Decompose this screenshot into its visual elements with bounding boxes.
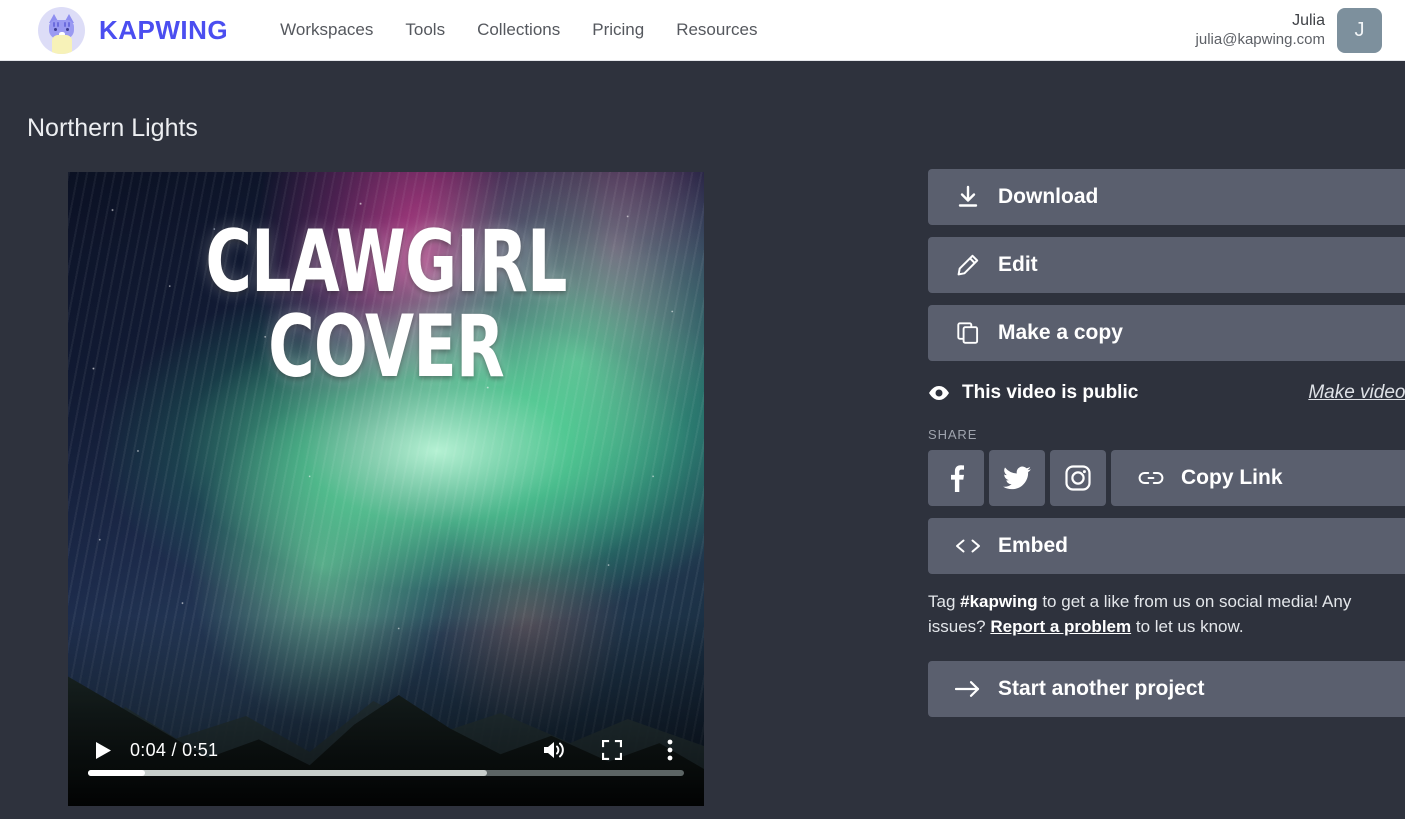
account-name: Julia xyxy=(1196,11,1325,31)
nav-item-pricing[interactable]: Pricing xyxy=(592,20,644,40)
start-another-project-button[interactable]: Start another project xyxy=(928,661,1405,717)
main-navigation: Workspaces Tools Collections Pricing Res… xyxy=(280,20,757,40)
kapwing-cat-logo-icon xyxy=(38,7,85,54)
download-button-label: Download xyxy=(998,185,1098,209)
download-icon xyxy=(950,185,986,209)
start-another-project-label: Start another project xyxy=(998,677,1205,701)
brand-wordmark: KAPWING xyxy=(99,15,228,46)
nav-item-workspaces[interactable]: Workspaces xyxy=(280,20,373,40)
report-a-problem-link[interactable]: Report a problem xyxy=(990,617,1131,636)
video-player[interactable]: CLAWGIRL COVER 0:04 / 0:51 xyxy=(68,172,704,806)
video-controls-right xyxy=(540,736,684,764)
nav-item-collections[interactable]: Collections xyxy=(477,20,560,40)
avatar[interactable]: J xyxy=(1337,8,1382,53)
tagline-text: Tag #kapwing to get a like from us on so… xyxy=(928,590,1398,639)
video-progress-bar[interactable] xyxy=(88,770,684,776)
account-details: Julia julia@kapwing.com xyxy=(1196,11,1325,50)
tagline-hashtag: #kapwing xyxy=(960,592,1037,611)
make-video-private-link[interactable]: Make video private xyxy=(1308,382,1405,404)
brand-logo-link[interactable]: KAPWING xyxy=(38,7,228,54)
tagline-prefix: Tag xyxy=(928,592,960,611)
make-a-copy-button-label: Make a copy xyxy=(998,321,1123,345)
twitter-icon xyxy=(1003,466,1031,490)
embed-button-label: Embed xyxy=(998,534,1068,558)
make-a-copy-button[interactable]: Make a copy xyxy=(928,305,1405,361)
video-controls-bar: 0:04 / 0:51 xyxy=(68,720,704,806)
eye-icon xyxy=(928,385,950,401)
copy-link-button[interactable]: Copy Link xyxy=(1111,450,1405,506)
pencil-icon xyxy=(950,254,986,276)
share-section-label: SHARE xyxy=(928,427,1405,442)
edit-button[interactable]: Edit xyxy=(928,237,1405,293)
share-buttons-row: Copy Link xyxy=(928,450,1405,506)
page-title: Northern Lights xyxy=(27,114,198,143)
video-vignette xyxy=(68,172,704,806)
visibility-status: This video is public xyxy=(962,382,1138,404)
download-button[interactable]: Download xyxy=(928,169,1405,225)
account-menu[interactable]: Julia julia@kapwing.com J xyxy=(1196,0,1382,61)
instagram-icon xyxy=(1065,465,1091,491)
code-icon xyxy=(950,538,986,554)
site-header: KAPWING Workspaces Tools Collections Pri… xyxy=(0,0,1405,61)
volume-icon[interactable] xyxy=(540,736,568,764)
progress-buffered xyxy=(88,770,487,776)
copy-link-button-label: Copy Link xyxy=(1181,466,1283,490)
time-display: 0:04 / 0:51 xyxy=(130,740,218,761)
nav-item-tools[interactable]: Tools xyxy=(405,20,445,40)
share-twitter-button[interactable] xyxy=(989,450,1045,506)
facebook-icon xyxy=(949,464,964,492)
actions-panel: Download Edit Make a copy This v xyxy=(928,169,1405,729)
edit-button-label: Edit xyxy=(998,253,1038,277)
link-icon xyxy=(1133,471,1169,485)
fullscreen-icon[interactable] xyxy=(598,736,626,764)
account-email: julia@kapwing.com xyxy=(1196,31,1325,50)
video-controls-row: 0:04 / 0:51 xyxy=(88,730,684,770)
share-instagram-button[interactable] xyxy=(1050,450,1106,506)
more-vertical-icon[interactable] xyxy=(656,736,684,764)
nav-item-resources[interactable]: Resources xyxy=(676,20,757,40)
play-icon[interactable] xyxy=(88,735,118,765)
arrow-right-icon xyxy=(950,680,986,698)
tagline-suffix: to let us know. xyxy=(1131,617,1243,636)
share-facebook-button[interactable] xyxy=(928,450,984,506)
visibility-row: This video is public Make video private xyxy=(928,373,1405,413)
progress-played xyxy=(88,770,145,776)
copy-icon xyxy=(950,322,986,344)
embed-button[interactable]: Embed xyxy=(928,518,1405,574)
